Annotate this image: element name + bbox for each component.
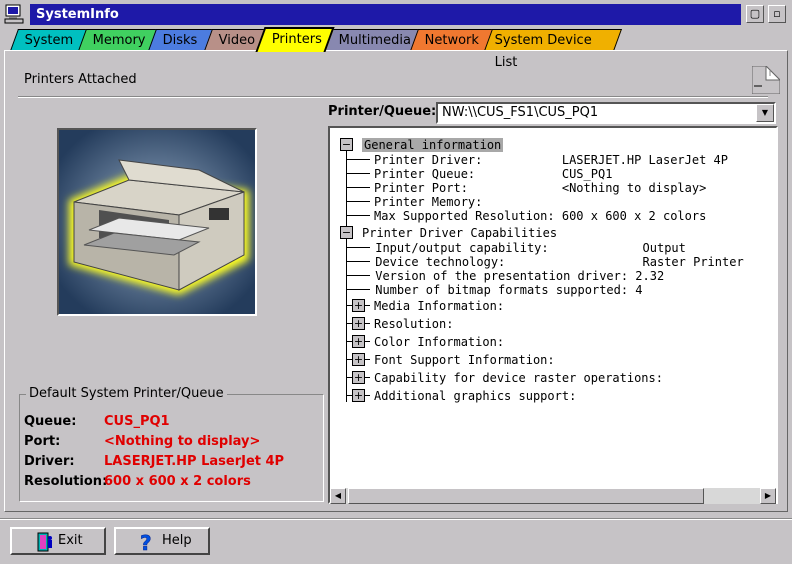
printer-queue-value: NW:\\CUS_FS1\CUS_PQ1: [442, 105, 599, 120]
tree-item: Max Supported Resolution: 600 x 600 x 2 …: [374, 209, 707, 223]
expand-icon[interactable]: +: [352, 317, 365, 330]
tree-line: [346, 187, 370, 188]
queue-label: Queue:: [24, 414, 77, 429]
printer-info-tree[interactable]: − General information Printer Driver: LA…: [328, 126, 778, 504]
tab-printers[interactable]: Printers: [255, 27, 335, 52]
tab-label: Multimedia: [338, 33, 411, 48]
expand-icon[interactable]: +: [352, 335, 365, 348]
tree-item: Printer Port: <Nothing to display>: [374, 181, 707, 195]
collapse-icon[interactable]: −: [340, 226, 353, 239]
horizontal-scrollbar[interactable]: ◀ ▶: [330, 488, 776, 504]
tab-label: System: [24, 33, 74, 48]
port-label: Port:: [24, 434, 61, 449]
tree-node-resolution[interactable]: Resolution:: [374, 317, 453, 331]
tree-line: [346, 247, 370, 248]
help-button[interactable]: ? Help: [114, 527, 210, 555]
tree-item: Number of bitmap formats supported: 4: [368, 283, 643, 297]
tree-line: [346, 201, 370, 202]
tab-label: Disks: [162, 33, 198, 48]
tree-line: [346, 289, 370, 290]
tree-item: Printer Queue: CUS_PQ1: [374, 167, 613, 181]
collapse-icon[interactable]: −: [340, 138, 353, 151]
tree-line: [346, 159, 370, 160]
help-icon: ?: [140, 532, 152, 552]
tree-node-media[interactable]: Media Information:: [374, 299, 504, 313]
tab-label: Video: [218, 33, 256, 48]
exit-label: Exit: [58, 533, 83, 548]
tab-memory[interactable]: Memory: [77, 29, 159, 51]
svg-text:?: ?: [140, 532, 152, 552]
tree-item: Printer Driver: LASERJET.HP LaserJet 4P: [374, 153, 729, 167]
resolution-value: 600 x 600 x 2 colors: [104, 474, 251, 489]
expand-icon[interactable]: +: [352, 389, 365, 402]
printer-image: [57, 128, 257, 316]
tree-node-graphics[interactable]: Additional graphics support:: [374, 389, 576, 403]
scroll-right-icon[interactable]: ▶: [760, 488, 776, 504]
section-title: Printers Attached: [24, 72, 137, 87]
group-title: Default System Printer/Queue: [26, 386, 227, 401]
driver-label: Driver:: [24, 454, 75, 469]
tree-node-font[interactable]: Font Support Information:: [374, 353, 555, 367]
tree-node-capabilities[interactable]: Printer Driver Capabilities: [362, 226, 557, 240]
port-value: <Nothing to display>: [104, 434, 261, 449]
expand-icon[interactable]: +: [352, 371, 365, 384]
printer-icon: [59, 130, 255, 314]
tree-item: Device technology: Raster Printer: [368, 255, 744, 269]
title-bar: SystemInfo ▢ ▫: [0, 0, 792, 27]
section-divider: [18, 96, 768, 98]
resolution-label: Resolution:: [24, 474, 108, 489]
expand-icon[interactable]: +: [352, 299, 365, 312]
restore-button[interactable]: ▫: [768, 5, 786, 23]
tab-label: Network: [424, 33, 479, 48]
chevron-down-icon[interactable]: ▼: [756, 104, 774, 122]
window-title: SystemInfo: [30, 4, 741, 25]
tree-item: Input/output capability: Output: [368, 241, 686, 255]
tree-line: [346, 261, 370, 262]
tab-strip: System Memory Disks Video Printers Multi…: [0, 27, 792, 70]
tree-item: Version of the presentation driver: 2.32: [368, 269, 665, 283]
printer-queue-label: Printer/Queue:: [328, 104, 437, 119]
scroll-left-icon[interactable]: ◀: [330, 488, 346, 504]
exit-button[interactable]: Exit: [10, 527, 106, 555]
tab-network[interactable]: Network: [409, 29, 495, 51]
system-menu-icon[interactable]: [4, 4, 26, 24]
tab-label: Printers: [271, 32, 322, 47]
tab-system[interactable]: System: [9, 29, 89, 51]
tree-item: Printer Memory:: [374, 195, 483, 209]
driver-value: LASERJET.HP LaserJet 4P: [104, 454, 285, 469]
tree-node-color[interactable]: Color Information:: [374, 335, 504, 349]
exit-icon: [37, 532, 52, 552]
tree-line: [346, 215, 370, 216]
page-corner-icon[interactable]: [752, 66, 780, 94]
tab-multimedia[interactable]: Multimedia: [323, 29, 421, 51]
tree-node-raster[interactable]: Capability for device raster operations:: [374, 371, 663, 385]
tree-node-general[interactable]: General information: [362, 138, 504, 152]
tree-line: [346, 275, 370, 276]
tab-label: Memory: [92, 33, 146, 48]
expand-icon[interactable]: +: [352, 353, 365, 366]
queue-value: CUS_PQ1: [104, 414, 170, 429]
minimize-button[interactable]: ▢: [746, 5, 764, 23]
scroll-thumb[interactable]: [348, 488, 704, 504]
tree-line: [346, 173, 370, 174]
tab-system-device-list[interactable]: System Device List: [483, 29, 623, 70]
help-label: Help: [162, 533, 192, 548]
printer-queue-select[interactable]: NW:\\CUS_FS1\CUS_PQ1 ▼: [436, 102, 776, 124]
bottom-divider: [0, 518, 792, 520]
